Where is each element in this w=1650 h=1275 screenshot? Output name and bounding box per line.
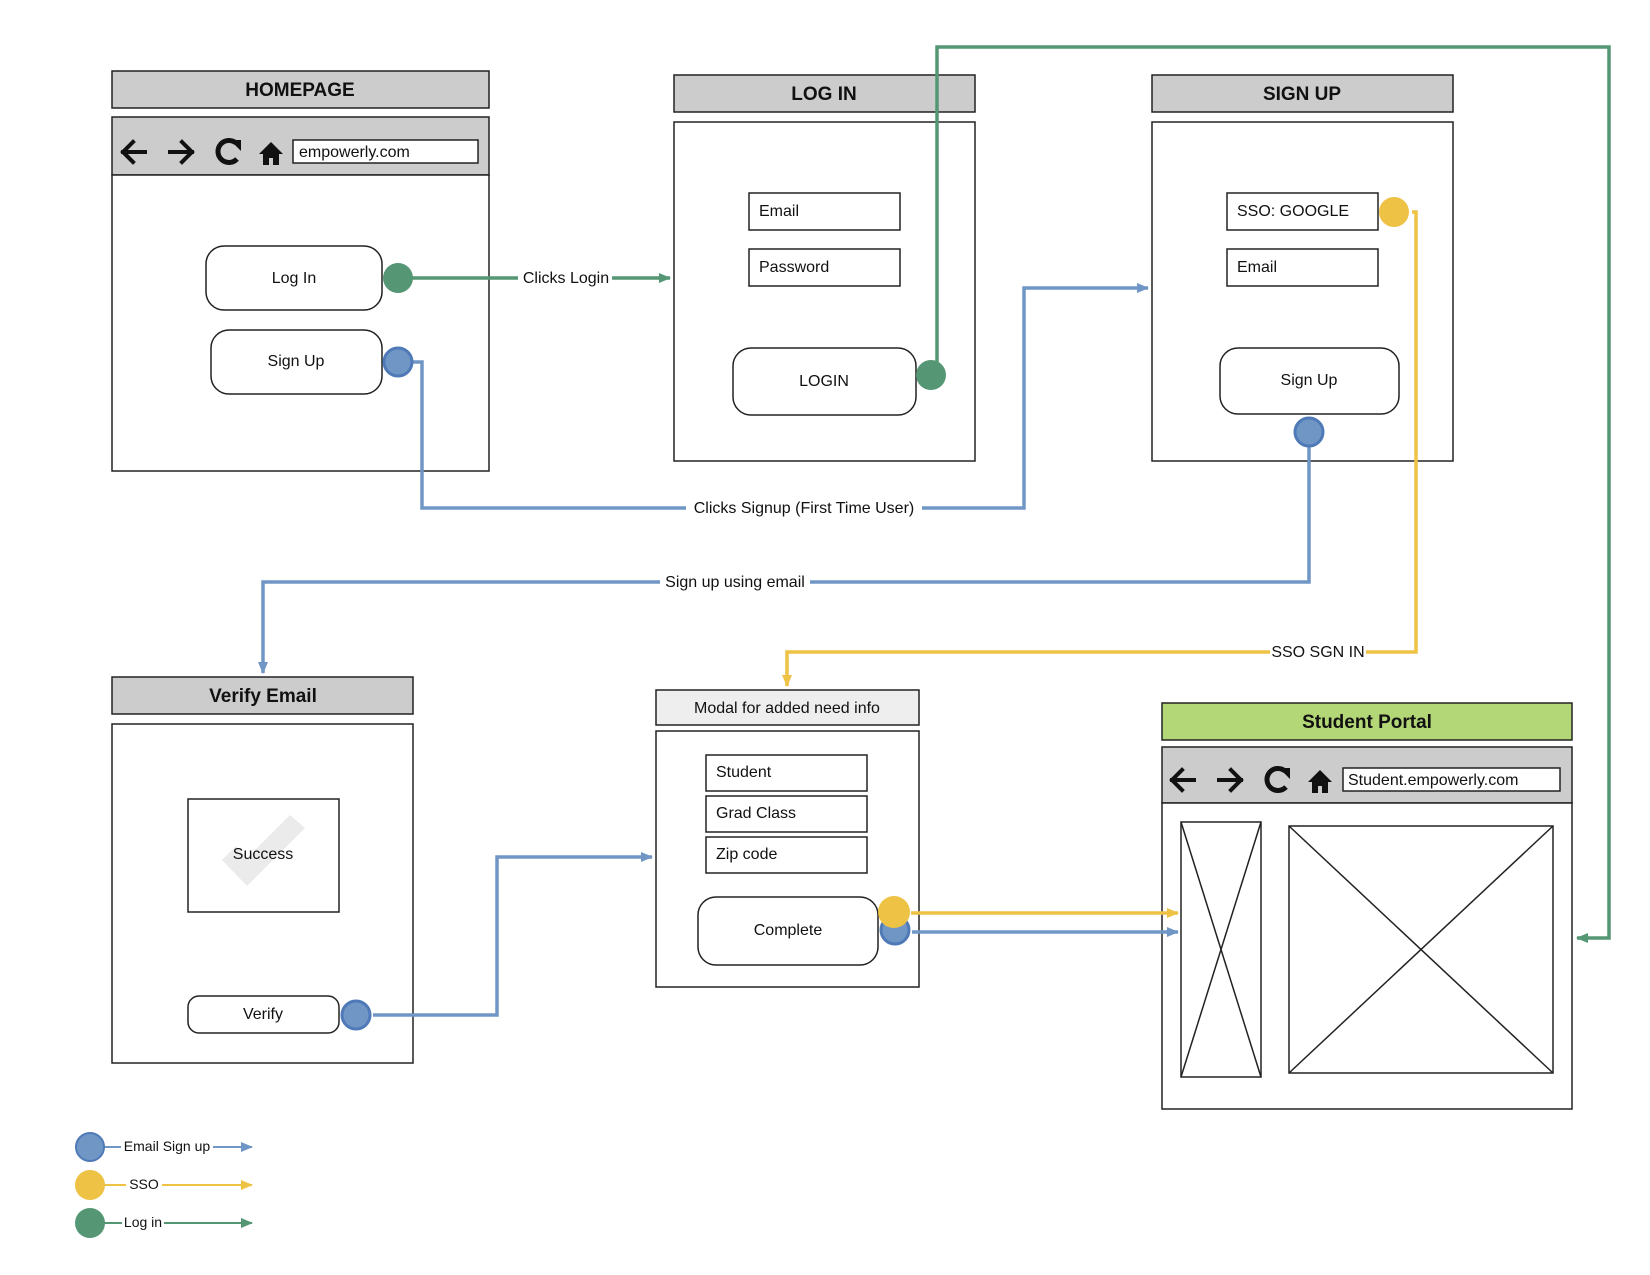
- legend-email-signup-label: Email Sign up: [124, 1138, 211, 1154]
- modal-complete-label: Complete: [754, 922, 823, 939]
- edge-clicks-signup-label: Clicks Signup (First Time User): [694, 500, 914, 517]
- edge-sso-sign-in-label: SSO SGN IN: [1271, 644, 1364, 661]
- verify-success-text: Success: [233, 846, 293, 863]
- homepage-panel: HOMEPAGE empowerly.com Log In Sign Up: [111, 70, 490, 472]
- sso-connector-dot: [1379, 197, 1409, 227]
- homepage-body: [111, 174, 490, 472]
- modal-zip-label: Zip code: [716, 846, 777, 863]
- signup-button-connector-dot: [1293, 416, 1325, 448]
- legend-item-email-signup: Email Sign up: [75, 1132, 253, 1162]
- signup-title: SIGN UP: [1263, 84, 1341, 105]
- signup-connector-dot: [382, 346, 414, 378]
- legend-item-log-in: Log in: [75, 1208, 253, 1238]
- modal-student-label: Student: [716, 764, 772, 781]
- modal-title: Modal for added need info: [694, 700, 880, 717]
- edge-clicks-login-label: Clicks Login: [523, 270, 609, 287]
- homepage-login-label: Log In: [272, 270, 316, 287]
- homepage-url-text: empowerly.com: [299, 144, 410, 161]
- legend: Email Sign up SSO Log in: [75, 1132, 253, 1238]
- login-button-label: LOGIN: [799, 373, 849, 390]
- legend-item-sso: SSO: [75, 1170, 253, 1200]
- legend-sso-label: SSO: [129, 1176, 159, 1192]
- edge-signup-email-label: Sign up using email: [665, 574, 805, 591]
- signup-email-label: Email: [1237, 259, 1277, 276]
- verify-connector-dot: [340, 999, 372, 1031]
- homepage-title: HOMEPAGE: [245, 80, 354, 101]
- legend-log-in-label: Log in: [124, 1214, 162, 1230]
- verify-title: Verify Email: [209, 686, 317, 707]
- signup-button-label: Sign Up: [1281, 372, 1338, 389]
- flow-diagram: HOMEPAGE empowerly.com Log In Sign Up LO…: [75, 45, 1611, 1238]
- edge-verify-to-modal: [373, 852, 653, 1017]
- login-password-label: Password: [759, 259, 829, 276]
- signup-panel: SIGN UP SSO: GOOGLE Email Sign Up: [1151, 74, 1454, 462]
- image-placeholder-icon: [1288, 825, 1554, 1074]
- complete-sso-connector-dot: [878, 896, 910, 928]
- login-panel: LOG IN Email Password LOGIN: [673, 74, 976, 462]
- login-button-connector-dot: [916, 360, 946, 390]
- homepage-signup-label: Sign Up: [268, 353, 325, 370]
- image-placeholder-icon: [1180, 821, 1262, 1078]
- portal-panel: Student Portal Student.empowerly.com: [1161, 702, 1573, 1110]
- modal-panel: Modal for added need info Student Grad C…: [655, 689, 920, 988]
- verify-button-label: Verify: [243, 1006, 283, 1023]
- signup-sso-label: SSO: GOOGLE: [1237, 203, 1349, 220]
- modal-grad-class-label: Grad Class: [716, 805, 796, 822]
- login-connector-dot: [383, 263, 413, 293]
- login-title: LOG IN: [791, 84, 856, 105]
- portal-title: Student Portal: [1302, 712, 1432, 733]
- login-email-label: Email: [759, 203, 799, 220]
- portal-url-text: Student.empowerly.com: [1348, 772, 1518, 789]
